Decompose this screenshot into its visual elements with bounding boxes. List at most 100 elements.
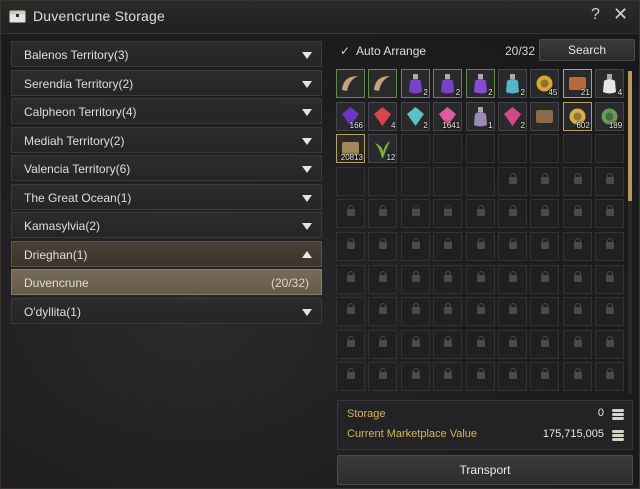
locked-slot[interactable]: [400, 232, 430, 261]
locked-slot[interactable]: [595, 264, 625, 294]
territory-balenos[interactable]: Balenos Territory(3): [11, 41, 322, 67]
transport-button[interactable]: Transport: [337, 455, 633, 485]
auto-arrange-toggle[interactable]: Auto Arrange: [356, 44, 426, 58]
locked-slot[interactable]: [562, 329, 592, 359]
locked-slot[interactable]: [595, 329, 625, 359]
item-slot[interactable]: 2: [498, 69, 527, 98]
locked-slot[interactable]: [562, 264, 592, 294]
empty-slot[interactable]: [433, 166, 463, 196]
locked-slot[interactable]: [498, 297, 527, 327]
item-slot[interactable]: 1: [465, 101, 495, 131]
locked-slot[interactable]: [336, 232, 365, 261]
item-slot[interactable]: 45: [530, 69, 560, 98]
locked-slot[interactable]: [595, 166, 625, 196]
empty-slot[interactable]: [400, 166, 430, 196]
locked-slot[interactable]: [368, 297, 398, 327]
item-slot[interactable]: 2: [400, 101, 430, 131]
locked-slot[interactable]: [498, 362, 527, 392]
locked-slot[interactable]: [465, 264, 495, 294]
territory-odyllita[interactable]: O'dyllita(1): [11, 298, 322, 324]
empty-slot[interactable]: [530, 134, 560, 164]
territory-calpheon[interactable]: Calpheon Territory(4): [11, 98, 322, 124]
locked-slot[interactable]: [433, 297, 463, 327]
locked-slot[interactable]: [433, 232, 463, 261]
territory-kamasylvia[interactable]: Kamasylvia(2): [11, 212, 322, 238]
locked-slot[interactable]: [368, 362, 398, 392]
locked-slot[interactable]: [465, 362, 495, 392]
locked-slot[interactable]: [530, 362, 560, 392]
locked-slot[interactable]: [465, 199, 495, 229]
locked-slot[interactable]: [336, 297, 365, 327]
empty-slot[interactable]: [400, 134, 430, 164]
item-slot[interactable]: 4: [595, 69, 625, 98]
item-slot[interactable]: [368, 69, 398, 98]
item-slot[interactable]: 21: [562, 69, 592, 98]
territory-mediah[interactable]: Mediah Territory(2): [11, 127, 322, 153]
empty-slot[interactable]: [433, 134, 463, 164]
item-slot[interactable]: 1641: [433, 101, 463, 131]
locked-slot[interactable]: [336, 199, 365, 229]
locked-slot[interactable]: [498, 232, 527, 261]
empty-slot[interactable]: [465, 134, 495, 164]
item-slot[interactable]: 2: [433, 69, 463, 98]
scroll-thumb[interactable]: [628, 71, 632, 201]
territory-great-ocean[interactable]: The Great Ocean(1): [11, 184, 322, 210]
locked-slot[interactable]: [400, 297, 430, 327]
empty-slot[interactable]: [595, 134, 625, 164]
locked-slot[interactable]: [400, 199, 430, 229]
grid-scrollbar[interactable]: [628, 71, 632, 393]
locked-slot[interactable]: [562, 199, 592, 229]
locked-slot[interactable]: [562, 362, 592, 392]
locked-slot[interactable]: [368, 232, 398, 261]
empty-slot[interactable]: [562, 134, 592, 164]
empty-slot[interactable]: [498, 134, 527, 164]
town-duvencrune[interactable]: Duvencrune (20/32): [11, 269, 322, 295]
locked-slot[interactable]: [530, 297, 560, 327]
item-slot[interactable]: 166: [336, 101, 365, 131]
empty-slot[interactable]: [368, 166, 398, 196]
territory-valencia[interactable]: Valencia Territory(6): [11, 155, 322, 181]
locked-slot[interactable]: [433, 264, 463, 294]
locked-slot[interactable]: [498, 329, 527, 359]
locked-slot[interactable]: [465, 329, 495, 359]
locked-slot[interactable]: [368, 329, 398, 359]
locked-slot[interactable]: [400, 264, 430, 294]
locked-slot[interactable]: [336, 362, 365, 392]
locked-slot[interactable]: [465, 297, 495, 327]
empty-slot[interactable]: [465, 166, 495, 196]
item-slot[interactable]: [530, 101, 560, 131]
locked-slot[interactable]: [368, 264, 398, 294]
locked-slot[interactable]: [530, 166, 560, 196]
close-button[interactable]: ✕: [613, 4, 628, 25]
auto-arrange-check-icon[interactable]: ✓: [340, 44, 350, 58]
item-slot[interactable]: 2: [400, 69, 430, 98]
locked-slot[interactable]: [562, 232, 592, 261]
locked-slot[interactable]: [498, 166, 527, 196]
locked-slot[interactable]: [530, 329, 560, 359]
locked-slot[interactable]: [368, 199, 398, 229]
locked-slot[interactable]: [498, 264, 527, 294]
item-slot[interactable]: 20813: [336, 134, 365, 164]
locked-slot[interactable]: [336, 264, 365, 294]
territory-drieghan[interactable]: Drieghan(1): [11, 241, 322, 267]
locked-slot[interactable]: [498, 199, 527, 229]
search-button[interactable]: Search: [539, 39, 635, 61]
item-slot[interactable]: 2: [465, 69, 495, 98]
locked-slot[interactable]: [595, 297, 625, 327]
title-bar[interactable]: Duvencrune Storage ? ✕: [1, 1, 639, 34]
locked-slot[interactable]: [433, 329, 463, 359]
locked-slot[interactable]: [433, 362, 463, 392]
item-slot[interactable]: 189: [595, 101, 625, 131]
locked-slot[interactable]: [400, 362, 430, 392]
locked-slot[interactable]: [530, 264, 560, 294]
locked-slot[interactable]: [595, 232, 625, 261]
locked-slot[interactable]: [595, 199, 625, 229]
item-slot[interactable]: 12: [368, 134, 398, 164]
locked-slot[interactable]: [530, 232, 560, 261]
territory-serendia[interactable]: Serendia Territory(2): [11, 70, 322, 96]
locked-slot[interactable]: [595, 362, 625, 392]
locked-slot[interactable]: [433, 199, 463, 229]
item-slot[interactable]: [336, 69, 365, 98]
empty-slot[interactable]: [336, 166, 365, 196]
locked-slot[interactable]: [400, 329, 430, 359]
